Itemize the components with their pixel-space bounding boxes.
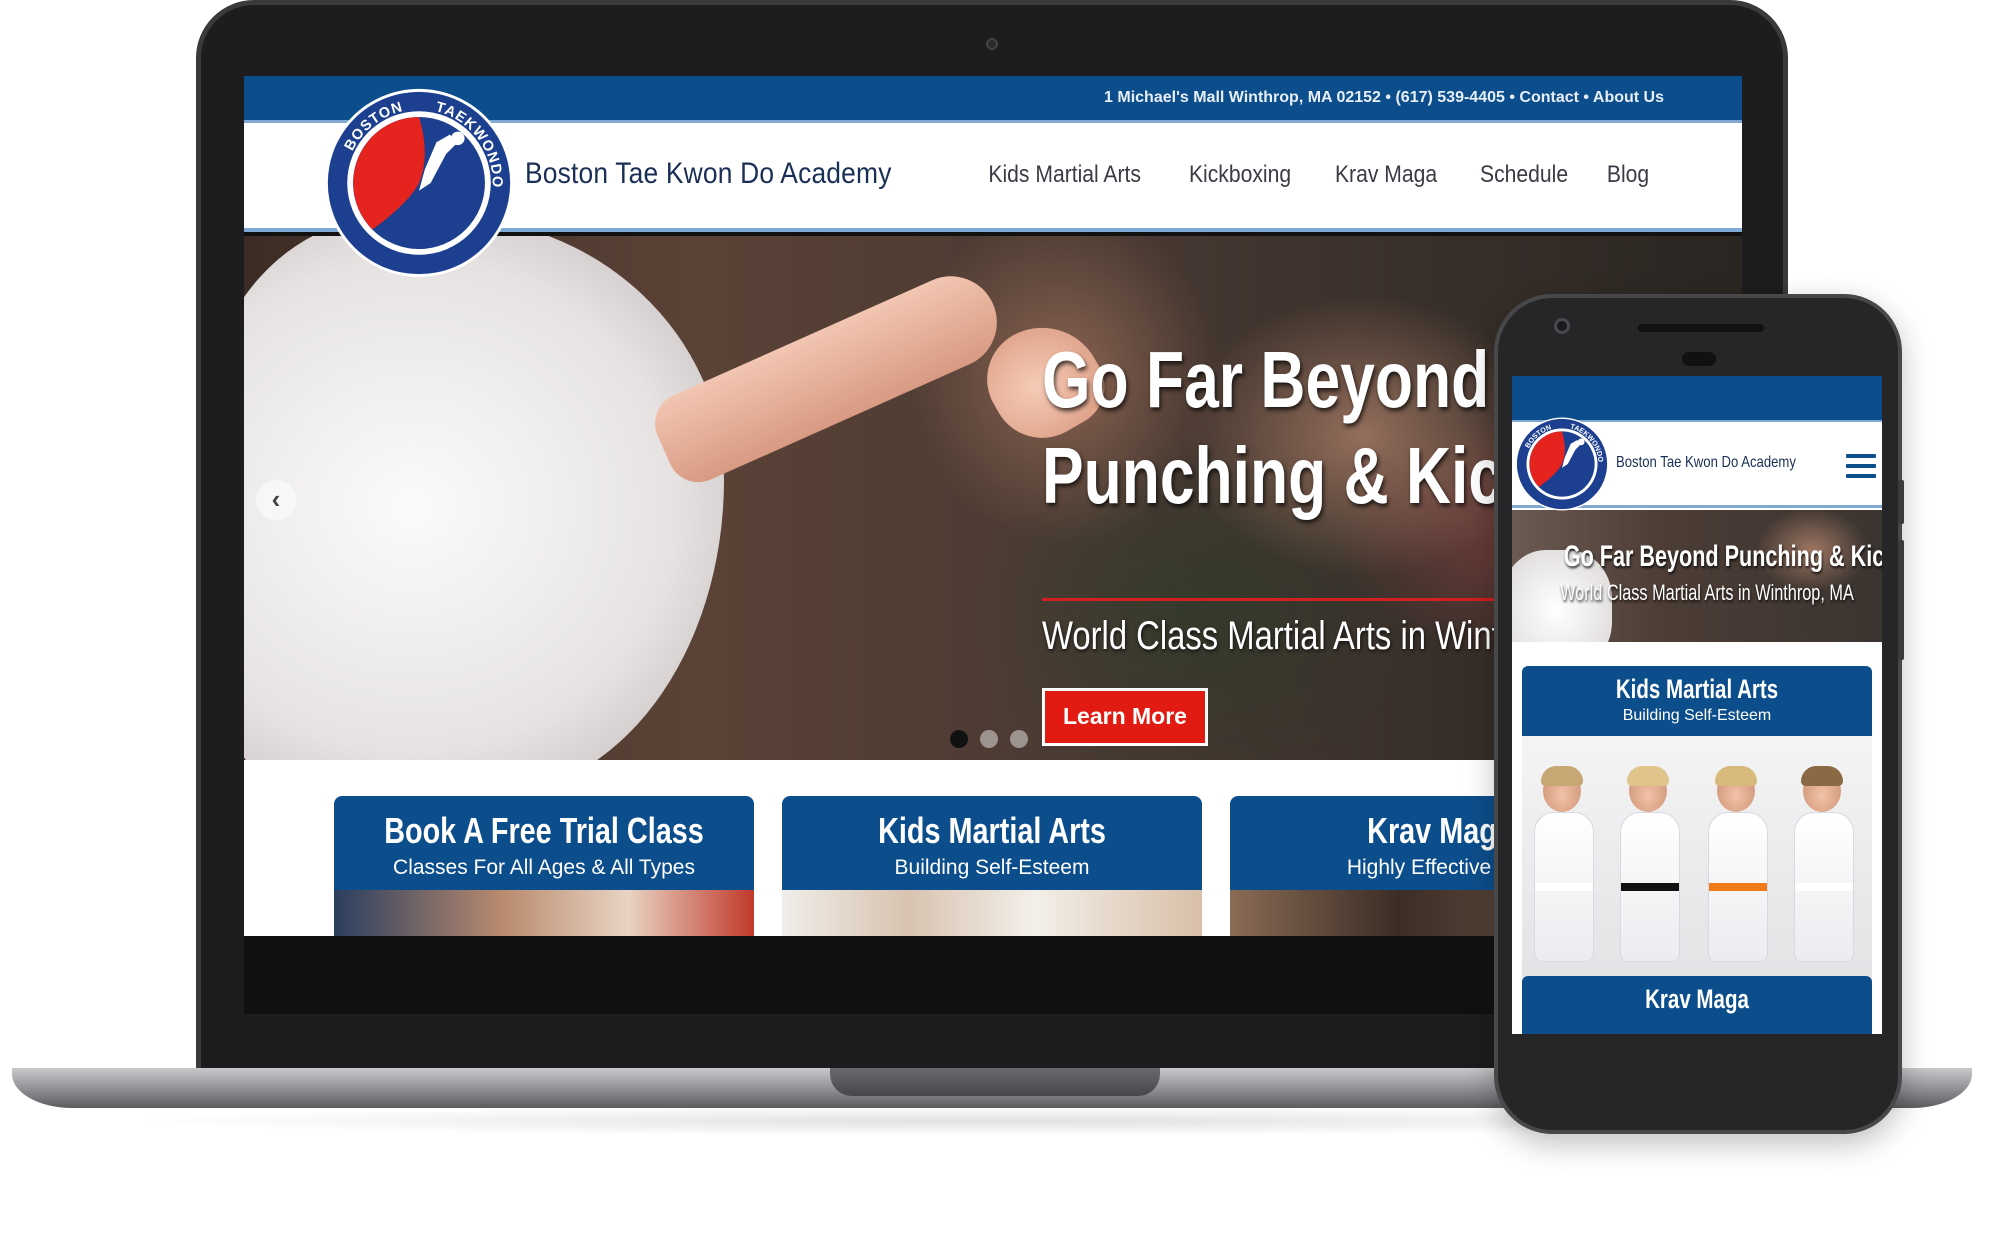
slider-prev-icon[interactable]: ‹	[256, 480, 296, 520]
kid-figure	[1794, 766, 1854, 970]
top-info-links: 1 Michael's Mall Winthrop, MA 02152 • (6…	[1104, 89, 1664, 107]
card-subtitle: Classes For All Ages & All Types	[393, 856, 695, 879]
menu-bar	[1846, 464, 1876, 468]
hero-subtitle: World Class Martial Arts in Winthr	[1042, 614, 1530, 658]
device-mockup: 1 Michael's Mall Winthrop, MA 02152 • (6…	[0, 0, 2008, 1236]
nav-krav-maga[interactable]: Krav Maga	[1335, 161, 1437, 189]
menu-bar	[1846, 474, 1876, 478]
about-link[interactable]: About Us	[1593, 89, 1664, 106]
main-nav: Kids Martial Arts Kickboxing Krav Maga S…	[978, 161, 1652, 189]
nav-blog[interactable]: Blog	[1607, 161, 1649, 189]
mobile-site: Boston Tae Kwon Do Academy BOSTON TAEKWO…	[1512, 376, 1882, 1034]
phone-sensor	[1682, 352, 1716, 366]
separator: •	[1385, 89, 1392, 106]
brand-name[interactable]: Boston Tae Kwon Do Academy	[525, 157, 892, 191]
card-title: Kids Martial Arts	[1615, 674, 1779, 704]
phone-power-button	[1898, 480, 1904, 524]
academy-logo[interactable]: BOSTON TAEKWONDO ACADEMY	[322, 86, 516, 280]
phone-camera	[1554, 318, 1570, 334]
slider-dots	[950, 730, 1028, 748]
slider-dot[interactable]	[1010, 730, 1028, 748]
laptop-opening-notch	[830, 1068, 1160, 1096]
phone-speaker	[1638, 324, 1764, 332]
mobile-hero: Go Far Beyond Punching & Kicking World C…	[1512, 510, 1882, 642]
mobile-academy-logo[interactable]: BOSTON TAEKWONDO ACADEMY	[1514, 416, 1610, 512]
card-subtitle: Building Self-Esteem	[1622, 707, 1772, 724]
card-title: Krav Maga	[1645, 984, 1749, 1014]
card-title: Kids Martial Arts	[878, 810, 1106, 851]
phone-link[interactable]: (617) 539-4405	[1395, 89, 1504, 106]
mobile-brand-name[interactable]: Boston Tae Kwon Do Academy	[1616, 454, 1796, 472]
slider-dot[interactable]	[980, 730, 998, 748]
mobile-hero-subtitle: World Class Martial Arts in Winthrop, MA	[1560, 580, 1854, 605]
learn-more-button[interactable]: Learn More	[1042, 688, 1208, 746]
card-header: Krav Maga	[1522, 976, 1872, 1034]
kid-figure	[1620, 766, 1680, 970]
separator: •	[1509, 89, 1515, 106]
nav-kids-martial-arts[interactable]: Kids Martial Arts	[989, 161, 1142, 189]
card-header: Kids Martial Arts Building Self-Esteem	[1522, 666, 1872, 736]
hero-title-line2: Punching & Kicki	[1042, 431, 1556, 520]
hero-uniform-sleeve	[244, 236, 724, 760]
phone-volume-button	[1898, 540, 1904, 660]
card-header: Kids Martial Arts Building Self-Esteem	[782, 796, 1202, 890]
card-title: Book A Free Trial Class	[384, 810, 704, 851]
hero-title: Go Far Beyond Punching & Kicki	[1042, 332, 1555, 524]
hero-title-line1: Go Far Beyond	[1042, 335, 1490, 424]
address-text: 1 Michael's Mall Winthrop, MA 02152	[1104, 89, 1381, 106]
card-free-trial[interactable]: Book A Free Trial Class Classes For All …	[334, 796, 754, 946]
taekwondo-emblem-icon: BOSTON TAEKWONDO ACADEMY	[324, 88, 514, 278]
kid-figure	[1708, 766, 1768, 970]
card-header: Book A Free Trial Class Classes For All …	[334, 796, 754, 890]
separator: •	[1583, 89, 1590, 106]
slider-dot[interactable]	[950, 730, 968, 748]
taekwondo-emblem-icon: BOSTON TAEKWONDO ACADEMY	[1515, 417, 1609, 511]
contact-link[interactable]: Contact	[1519, 89, 1579, 106]
mobile-card-krav-maga[interactable]: Krav Maga	[1522, 976, 1872, 1034]
card-kids-martial-arts[interactable]: Kids Martial Arts Building Self-Esteem	[782, 796, 1202, 946]
mobile-hero-title: Go Far Beyond Punching & Kicking	[1563, 540, 1882, 573]
hamburger-icon[interactable]	[1846, 454, 1876, 478]
mobile-card-kids-martial-arts[interactable]: Kids Martial Arts Building Self-Esteem	[1522, 666, 1872, 986]
card-subtitle: Building Self-Esteem	[894, 856, 1090, 879]
menu-bar	[1846, 454, 1876, 458]
nav-kickboxing[interactable]: Kickboxing	[1189, 161, 1291, 189]
nav-schedule[interactable]: Schedule	[1480, 161, 1568, 189]
kids-photo	[1522, 736, 1872, 986]
laptop-camera	[986, 38, 998, 50]
kid-figure	[1534, 766, 1594, 970]
mobile-top-bar	[1512, 376, 1882, 420]
